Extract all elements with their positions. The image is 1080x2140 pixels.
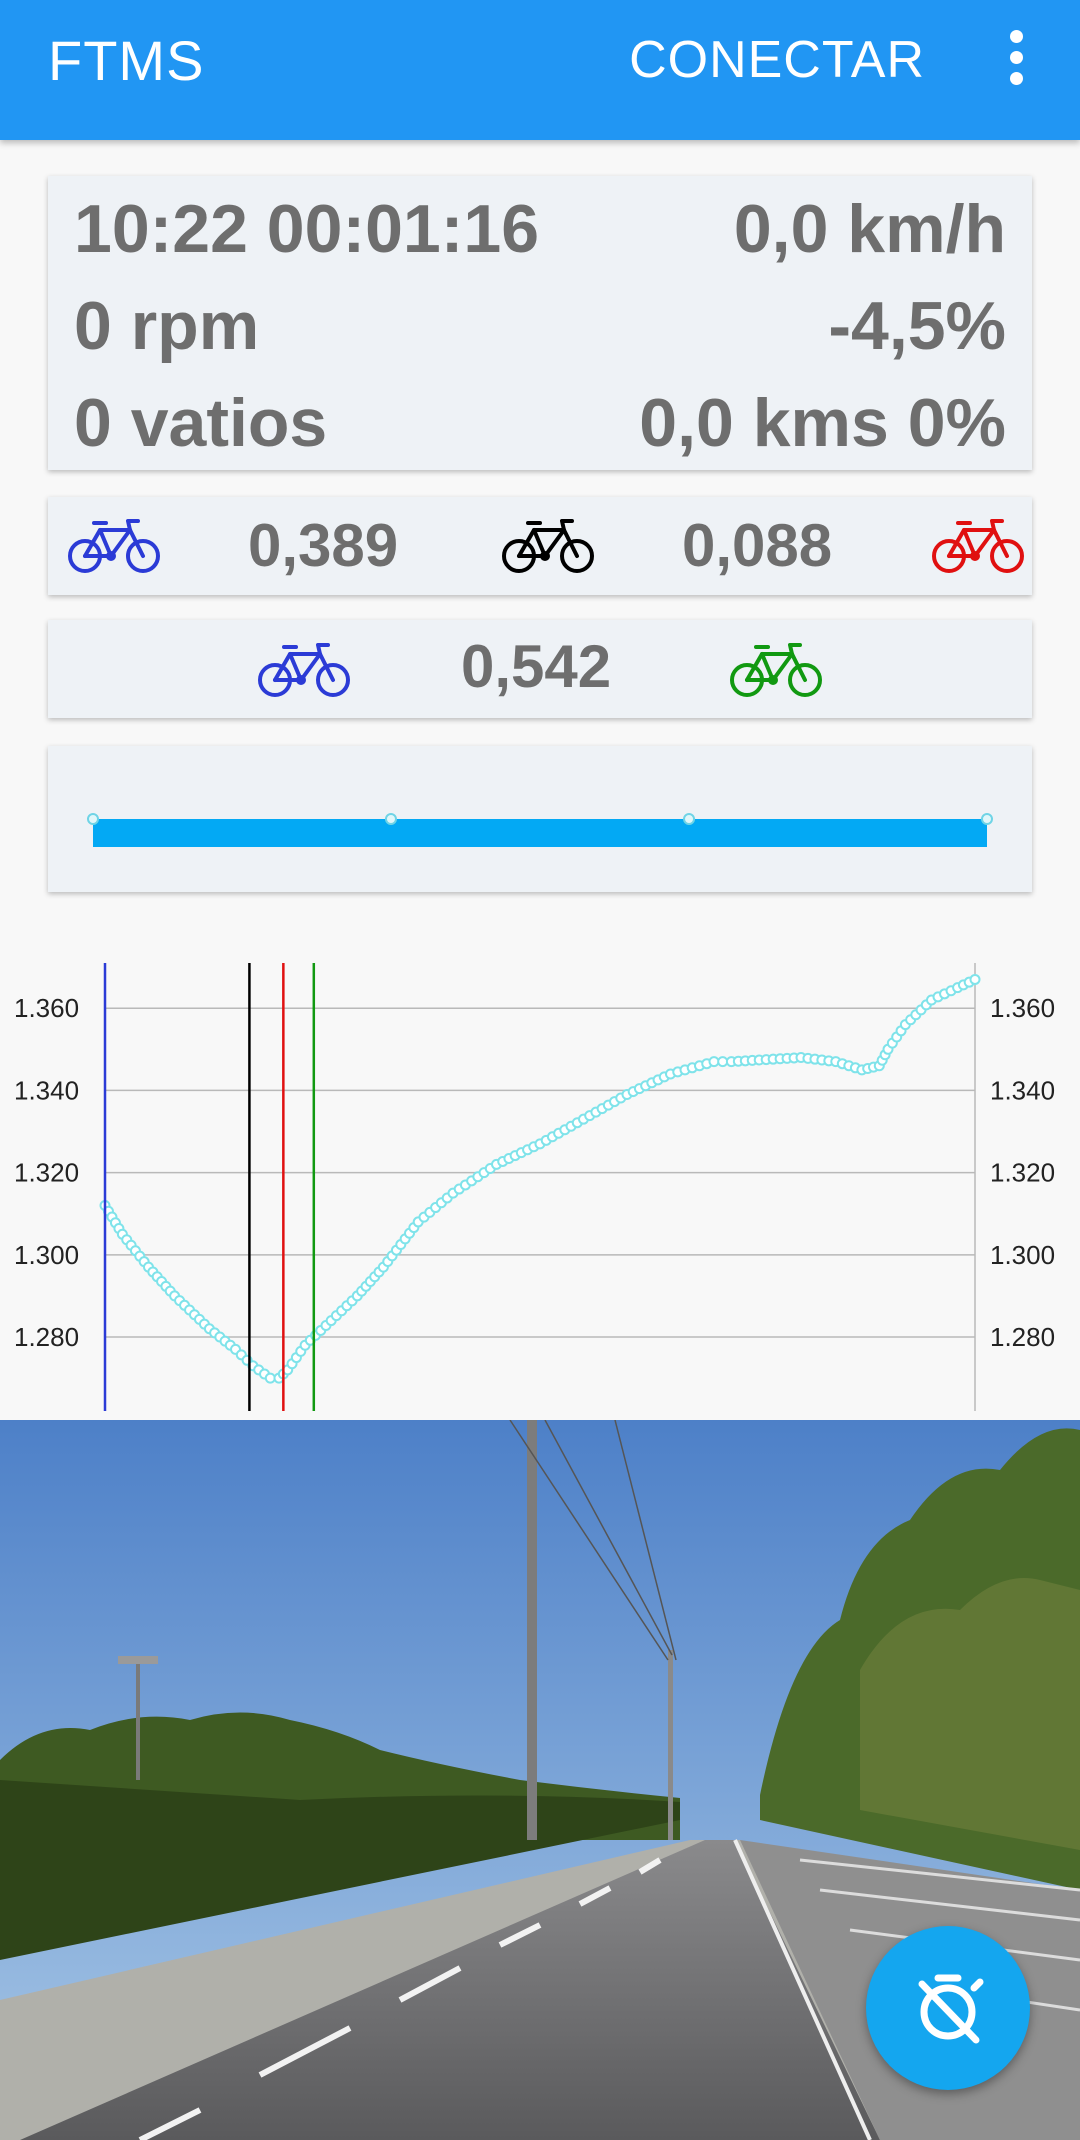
elevation-point (717, 1056, 729, 1068)
elevation-point (708, 1056, 720, 1068)
y-tick-label-right: 1.280 (990, 1322, 1055, 1352)
cadence-value: 0 rpm (74, 288, 260, 364)
bike-blue-icon (258, 643, 350, 697)
gap-value-right: 0,088 (682, 512, 833, 579)
power-value: 0 vatios (74, 385, 328, 461)
gap-value-left: 0,389 (248, 512, 399, 579)
timer-off-button[interactable] (866, 1926, 1030, 2090)
progress-checkpoint (683, 813, 696, 825)
y-tick-label-left: 1.340 (14, 1075, 79, 1105)
bike-black-icon (502, 519, 594, 573)
distance-value: 0,0 kms 0% (639, 385, 1006, 461)
y-tick-label-right: 1.320 (990, 1158, 1055, 1188)
elevation-line (103, 978, 976, 1380)
app-title: FTMS (48, 29, 205, 92)
y-tick-label-left: 1.300 (14, 1240, 79, 1270)
app-bar: FTMS CONECTAR (0, 0, 1080, 140)
elevation-points (99, 973, 981, 1384)
gap-card-top: 0,389 0,088 (48, 497, 1032, 595)
progress-checkpoint (87, 813, 99, 825)
clock-elapsed-value: 10:22 00:01:16 (74, 191, 540, 267)
grade-value: -4,5% (828, 288, 1006, 364)
progress-checkpoint (981, 813, 993, 825)
connect-button[interactable]: CONECTAR (629, 30, 925, 90)
y-tick-label-right: 1.360 (990, 993, 1055, 1023)
more-vert-icon[interactable] (1002, 30, 1030, 94)
bike-blue-icon (68, 519, 160, 573)
y-tick-label-right: 1.340 (990, 1075, 1055, 1105)
gap-card-bottom: 0,542 (48, 620, 1032, 718)
y-tick-label-left: 1.360 (14, 993, 79, 1023)
bike-green-icon (730, 643, 822, 697)
stats-card: 10:22 00:01:16 0,0 km/h 0 rpm -4,5% 0 va… (48, 176, 1032, 470)
speed-value: 0,0 km/h (733, 191, 1006, 267)
progress-checkpoint (384, 813, 397, 825)
elevation-point (969, 973, 981, 985)
y-tick-label-left: 1.320 (14, 1158, 79, 1188)
y-tick-label-left: 1.280 (14, 1322, 79, 1352)
route-progress-bar (87, 813, 993, 847)
route-progress-card (48, 746, 1032, 892)
elevation-chart-svg: 1.360 1.360 1.340 1.340 1.320 1.320 1.300 1.300… (14, 963, 1055, 1411)
bike-red-icon (932, 519, 1024, 573)
timer-off-icon (918, 1974, 984, 2044)
gap-value-center: 0,542 (461, 633, 612, 700)
elevation-chart: 1.360 1.360 1.340 1.340 1.320 1.320 1.300 1.300… (0, 955, 1080, 1415)
progress-fill (93, 819, 987, 847)
elevation-point (264, 1372, 276, 1384)
y-tick-label-right: 1.300 (990, 1240, 1055, 1270)
